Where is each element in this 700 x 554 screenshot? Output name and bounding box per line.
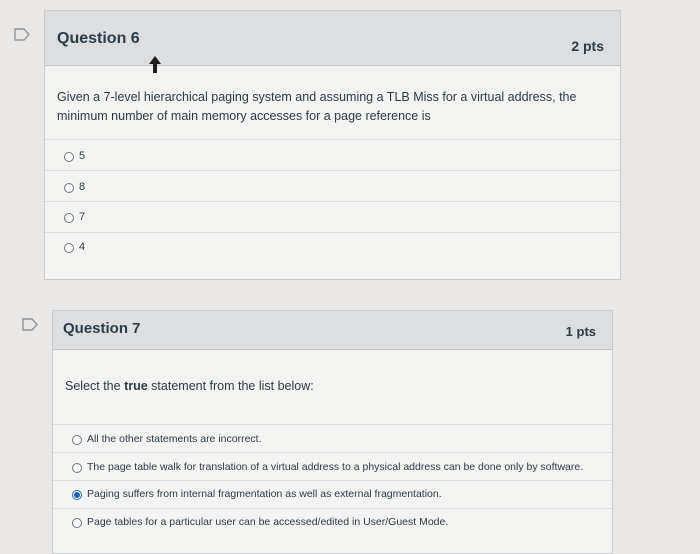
question-7-card: Question 7 1 pts Select the true stateme… — [52, 310, 613, 554]
answer-option[interactable]: Page tables for a particular user can be… — [53, 508, 612, 536]
answer-label: All the other statements are incorrect. — [87, 433, 262, 445]
cursor-icon — [149, 56, 161, 73]
question-7-text-bold: true — [124, 379, 148, 393]
question-7-header: Question 7 1 pts — [53, 311, 612, 350]
answer-option[interactable]: 4 — [45, 232, 620, 263]
question-7-points: 1 pts — [565, 324, 596, 339]
flag-icon[interactable] — [14, 28, 30, 41]
answer-label: 7 — [79, 211, 86, 223]
radio-icon[interactable] — [72, 463, 82, 473]
question-7-text-prefix: Select the — [65, 379, 125, 393]
answer-option[interactable]: 8 — [45, 170, 620, 201]
answer-option[interactable]: The page table walk for translation of a… — [53, 452, 612, 480]
radio-icon[interactable] — [64, 152, 74, 162]
radio-icon[interactable] — [72, 490, 82, 500]
answer-label: Paging suffers from internal fragmentati… — [87, 488, 442, 500]
radio-icon[interactable] — [64, 243, 74, 253]
answer-option[interactable]: 5 — [45, 139, 620, 170]
question-6-text-line2: minimum number of main memory accesses f… — [57, 109, 431, 123]
question-6-text-line1: Given a 7-level hierarchical paging syst… — [57, 90, 577, 104]
answer-option[interactable]: 7 — [45, 201, 620, 232]
question-7-text: Select the true statement from the list … — [65, 379, 314, 393]
answer-option[interactable]: All the other statements are incorrect. — [53, 424, 612, 452]
answer-label: 8 — [79, 181, 86, 193]
radio-icon[interactable] — [64, 183, 74, 193]
question-7-title: Question 7 — [63, 320, 141, 337]
radio-icon[interactable] — [64, 213, 74, 223]
answer-label: 5 — [79, 150, 86, 162]
answer-label: 4 — [79, 241, 86, 253]
answer-label: Page tables for a particular user can be… — [87, 516, 449, 528]
question-6-card: Question 6 2 pts Given a 7-level hierarc… — [44, 10, 621, 280]
answer-option[interactable]: Paging suffers from internal fragmentati… — [53, 480, 612, 508]
answer-label: The page table walk for translation of a… — [87, 461, 584, 473]
radio-icon[interactable] — [72, 435, 82, 445]
question-6-title: Question 6 — [57, 30, 140, 47]
question-6-points: 2 pts — [571, 38, 604, 54]
question-7-text-suffix: statement from the list below: — [147, 379, 314, 393]
question-6-text: Given a 7-level hierarchical paging syst… — [57, 88, 576, 126]
question-6-header: Question 6 2 pts — [45, 11, 620, 66]
radio-icon[interactable] — [72, 518, 82, 528]
flag-icon[interactable] — [22, 318, 38, 331]
